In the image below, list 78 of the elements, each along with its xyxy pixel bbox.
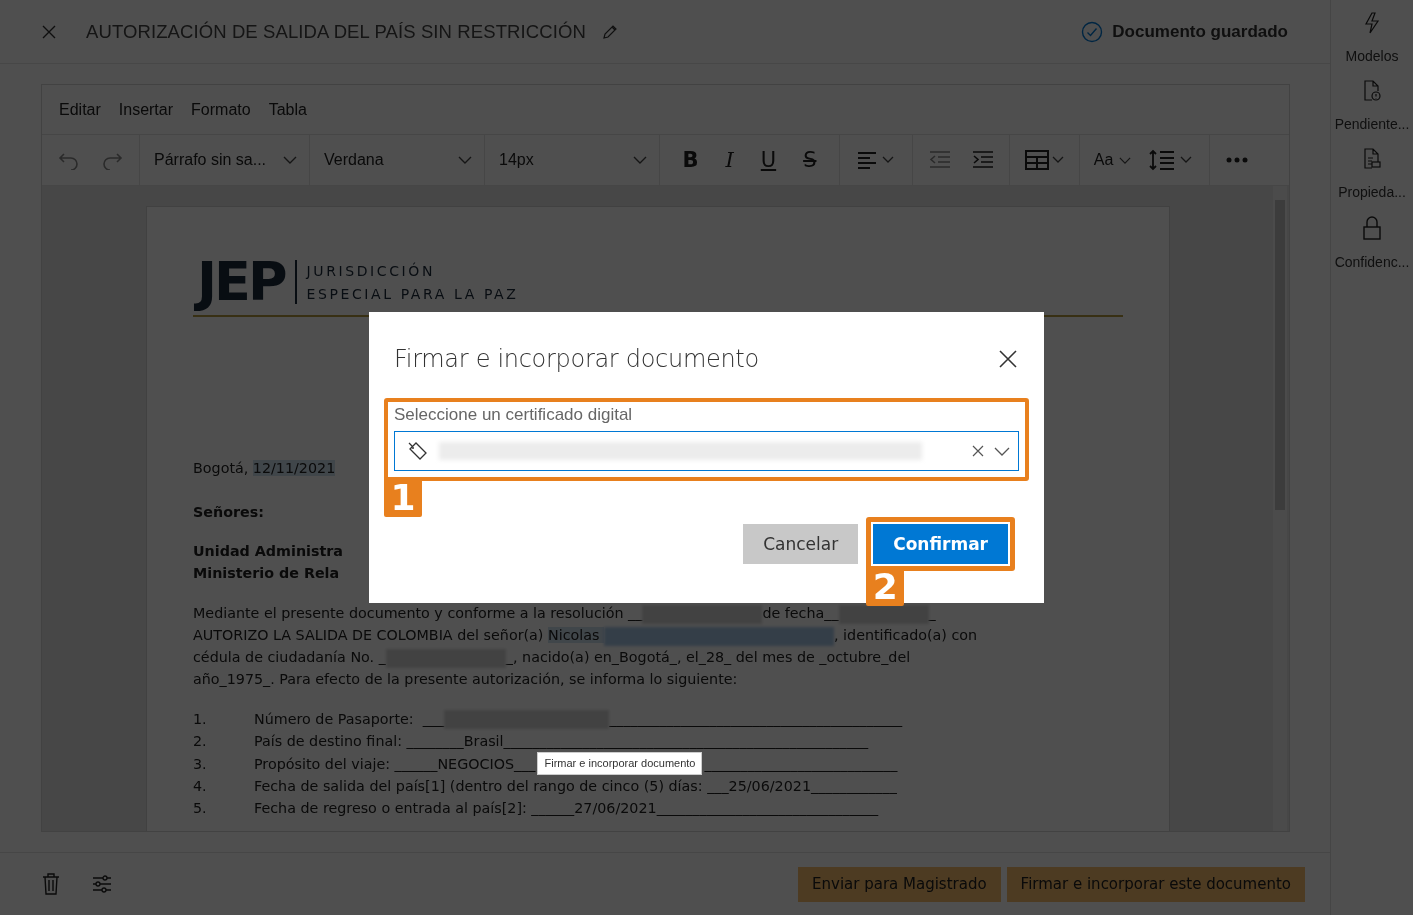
date-text: Bogotá,: [193, 460, 250, 476]
indent-icon[interactable]: [971, 151, 994, 169]
font-dropdown[interactable]: Verdana: [310, 135, 485, 185]
side-label[interactable]: Modelos: [1345, 48, 1399, 64]
more-icon[interactable]: [1226, 157, 1248, 163]
body-text: de fecha__: [762, 605, 839, 621]
lightning-icon[interactable]: [1363, 12, 1381, 34]
side-label[interactable]: Pendiente...: [1334, 116, 1410, 132]
side-label[interactable]: Confidenc...: [1334, 254, 1410, 270]
certificate-dropdown[interactable]: [394, 431, 1019, 471]
pencil-icon[interactable]: [601, 23, 618, 40]
recipient-line: Unidad Administra: [193, 542, 343, 561]
list-text: Fecha de salida del país[1] (dentro del rango de cinco (5) días: ___25/06/2021____________: [254, 777, 897, 796]
list-number: 4.: [193, 777, 208, 796]
trash-icon[interactable]: [42, 873, 60, 895]
tooltip: Firmar e incorporar documento: [537, 752, 703, 775]
align-icon[interactable]: [857, 151, 895, 169]
format-button[interactable]: I: [721, 148, 738, 172]
block-format-dropdown[interactable]: Párrafo sin sa...: [140, 135, 310, 185]
body-text: año_1975_. Para efecto de la presente autorización, se informa lo siguiente:: [193, 671, 738, 687]
format-button[interactable]: B: [678, 148, 703, 172]
caret-icon: [458, 156, 472, 164]
cancel-button[interactable]: Cancelar: [743, 524, 859, 564]
sliders-icon[interactable]: [92, 875, 112, 893]
undo-icon[interactable]: [57, 150, 80, 170]
document-alert-icon[interactable]: [1363, 80, 1381, 102]
menu-item[interactable]: Editar: [50, 100, 110, 119]
list-text: Número de Pasaporte: ___: [254, 710, 445, 729]
list-text: Propósito del viaje: ______NEGOCIOS___: [254, 754, 536, 774]
clear-icon[interactable]: [972, 445, 984, 457]
check-circle-icon: [1081, 20, 1104, 43]
body-text: , identificado(a) con: [834, 627, 978, 643]
menu-item[interactable]: Formato: [182, 100, 260, 119]
body-text: _: [928, 605, 936, 621]
confirm-button[interactable]: Confirmar: [873, 524, 1008, 564]
body-text: cédula de ciudadanía No. _: [193, 649, 386, 665]
document-icon[interactable]: [1363, 148, 1381, 170]
font-size-dropdown[interactable]: 14px: [485, 135, 660, 185]
body-text: Mediante el presente documento y conforme a la resolución __: [193, 605, 643, 621]
step-badge: 1: [384, 477, 422, 517]
list-number: 3.: [193, 754, 208, 774]
chevron-down-icon[interactable]: [994, 446, 1010, 456]
list-text: País de destino final: ________Brasil___________________________________________________: [254, 732, 869, 751]
list-number: 2.: [193, 732, 208, 751]
text-case-dropdown[interactable]: Aa: [1093, 151, 1132, 169]
outdent-icon[interactable]: [928, 151, 951, 169]
caret-icon: [283, 156, 297, 164]
list-number: 5.: [193, 799, 208, 818]
side-label[interactable]: Propieda...: [1338, 184, 1406, 200]
list-text: _________________________________________: [609, 710, 903, 729]
caret-icon: [633, 156, 647, 164]
logo-text: ESPECIAL PARA LA PAZ: [306, 285, 519, 302]
caret-icon: [1119, 156, 1132, 164]
lock-icon[interactable]: [1363, 216, 1381, 240]
body-text: Nicolas: [548, 627, 604, 643]
format-button[interactable]: S: [799, 148, 821, 172]
step-badge: 2: [866, 566, 905, 606]
list-text: ___________________________: [704, 754, 898, 774]
action-button[interactable]: Enviar para Magistrado: [798, 866, 1001, 902]
list-number: 1.: [193, 710, 208, 729]
document-title: AUTORIZACIÓN DE SALIDA DEL PAÍS SIN RESTRICCIÓN: [86, 20, 586, 43]
field-label: Seleccione un certificado digital: [394, 405, 634, 425]
date-text: 12/11/2021: [252, 460, 336, 476]
table-icon[interactable]: [1024, 150, 1065, 170]
body-text: AUTORIZO LA SALIDA DE COLOMBIA del señor(a): [193, 627, 545, 643]
recipient-line: Ministerio de Rela: [193, 564, 340, 583]
dialog-title: Firmar e incorporar documento: [394, 345, 759, 373]
list-text: Fecha de regreso o entrada al país[2]: ______27/06/2021_______________________________: [254, 799, 879, 818]
save-status: Documento guardado: [1112, 21, 1288, 42]
action-button[interactable]: Firmar e incorporar este documento: [1006, 866, 1305, 902]
format-button[interactable]: U: [756, 148, 781, 172]
close-icon[interactable]: [999, 350, 1017, 368]
body-text: _, nacido(a) en_Bogotá_, el_28_ del mes de _octubre_del: [505, 649, 911, 665]
logo-text: JURISDICCIÓN: [306, 262, 436, 279]
menu-item[interactable]: Tabla: [259, 100, 316, 119]
menu-item[interactable]: Insertar: [109, 100, 183, 119]
redo-icon[interactable]: [101, 150, 124, 170]
salutation: Señores:: [193, 503, 265, 522]
